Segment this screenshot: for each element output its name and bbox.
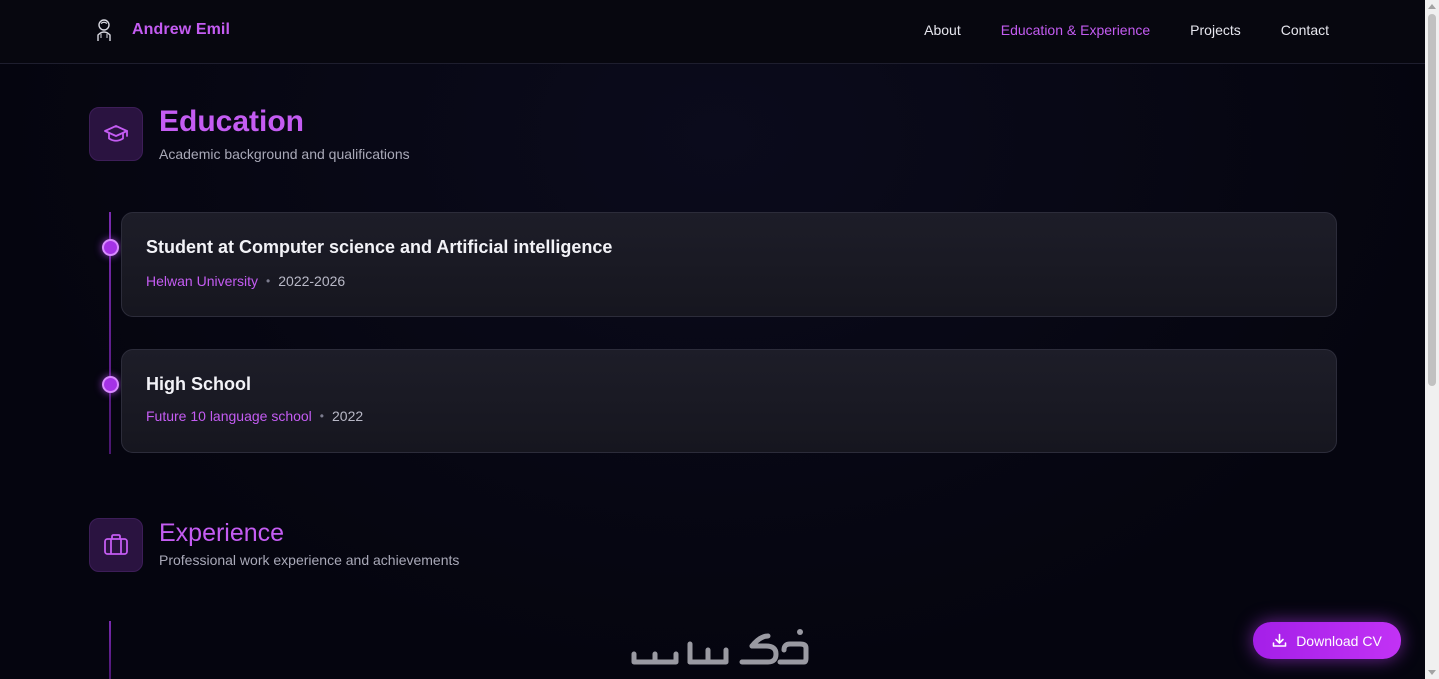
brand-name: Andrew Emil [132,21,231,38]
briefcase-icon [89,518,143,572]
experience-title: Experience [159,519,285,547]
education-card-title: High School [146,374,251,394]
education-subtitle: Academic background and qualifications [159,146,410,162]
education-header: Education Academic background and qualif… [89,105,410,162]
experience-header: Experience Professional work experience … [89,518,459,572]
education-card: Student at Computer science and Artifici… [121,212,1337,317]
brand-link[interactable]: Andrew Emil [94,17,230,43]
scrollbar[interactable] [1425,0,1439,679]
experience-timeline-line [109,621,111,679]
avatar-logo-icon [94,17,114,43]
timeline-dot [102,376,119,393]
education-card-organization: Future 10 language school [146,408,312,424]
education-card-title: Student at Computer science and Artifici… [146,237,613,257]
timeline-dot [102,239,119,256]
graduation-cap-icon [89,107,143,161]
scrollbar-thumb[interactable] [1428,14,1436,386]
khamsat-logo [630,624,810,668]
education-card-organization: Helwan University [146,273,259,289]
education-card-date: 2022 [332,408,364,424]
meta-separator: • [266,274,271,288]
nav-projects[interactable]: Projects [1190,22,1241,38]
scroll-up-arrow-icon[interactable] [1428,4,1436,9]
education-card: High School Future 10 language school • … [121,349,1337,453]
experience-subtitle: Professional work experience and achieve… [159,552,460,568]
nav-contact[interactable]: Contact [1281,22,1329,38]
scroll-down-arrow-icon[interactable] [1428,670,1436,675]
download-cv-label: Download CV [1296,632,1382,649]
meta-separator: • [319,409,324,423]
nav-about[interactable]: About [924,22,961,38]
main-nav: About Education & Experience Projects Co… [924,22,1329,38]
download-icon [1272,633,1287,648]
education-card-date: 2022-2026 [278,273,346,289]
download-cv-button[interactable]: Download CV [1253,622,1401,659]
nav-education-experience[interactable]: Education & Experience [1001,22,1150,38]
top-navbar: Andrew Emil About Education & Experience… [0,0,1425,64]
education-card-meta: Helwan University • 2022-2026 [146,273,1312,289]
page: Andrew Emil About Education & Experience… [0,0,1439,679]
education-card-meta: Future 10 language school • 2022 [146,408,1312,424]
education-title: Education [159,105,305,138]
